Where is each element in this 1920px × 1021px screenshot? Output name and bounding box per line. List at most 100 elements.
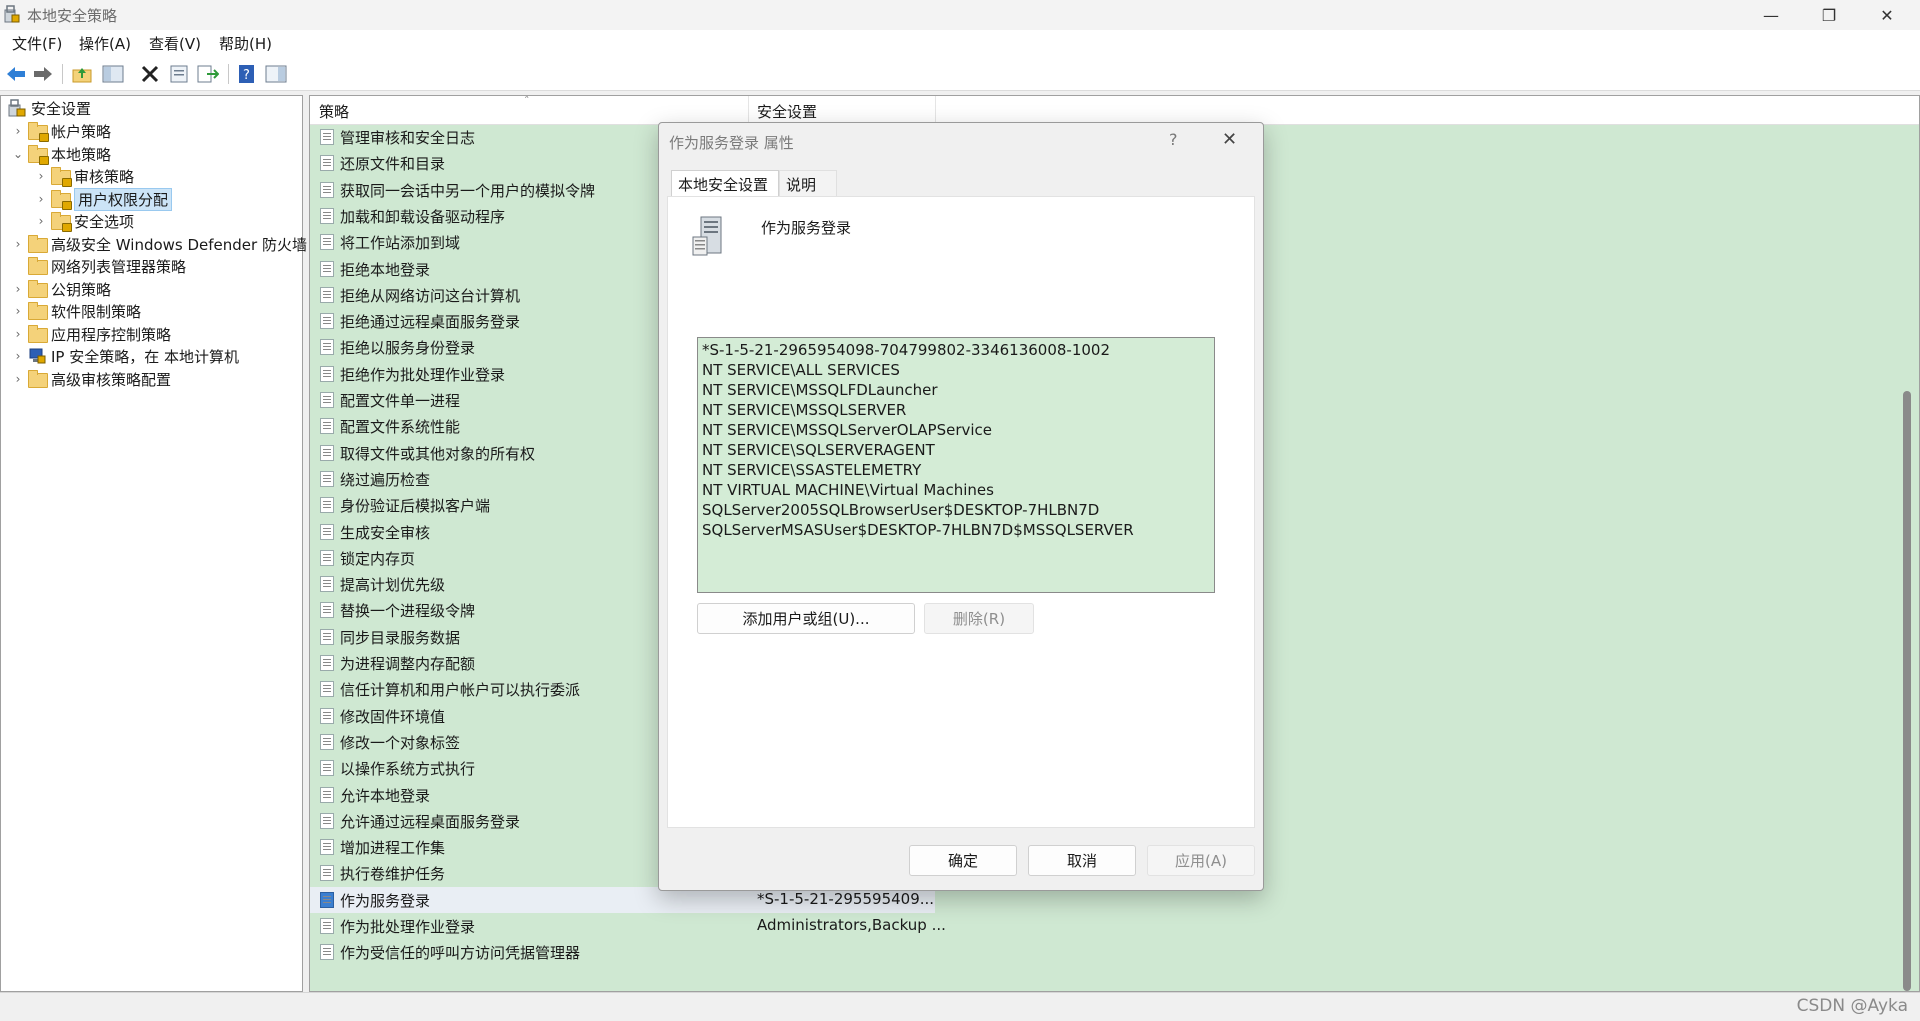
tree-pane: 安全设置 › 帐户策略 ⌄ 本地策略 › 审核策略 › 用户权限分配 › 安全选… [0,95,307,992]
help-icon[interactable]: ? [1169,130,1178,149]
list-item[interactable]: NT SERVICE\SQLSERVERAGENT [702,440,1210,460]
toolbar: ? [0,56,1920,91]
policy-name-cell: 作为服务登录 [340,891,431,910]
tree-item-account-policies[interactable]: › 帐户策略 [11,120,111,142]
folder-lock-icon [50,190,72,210]
ok-button[interactable]: 确定 [909,845,1017,876]
policy-icon [320,865,334,882]
apply-button[interactable]: 应用(A) [1147,845,1255,876]
tree-item-ip-security[interactable]: › IP 安全策略，在 本地计算机 [11,345,239,367]
properties-icon[interactable] [168,63,190,85]
chevron-right-icon[interactable]: › [34,169,48,183]
policy-name-cell: 允许通过远程桌面服务登录 [340,812,521,831]
forward-arrow-icon[interactable] [32,63,54,85]
help-icon[interactable]: ? [236,63,258,85]
app-security-icon [4,5,20,23]
tree-item-label: 网络列表管理器策略 [51,257,187,276]
column-divider[interactable] [935,96,936,124]
menu-action[interactable]: 操作(A) [79,33,131,54]
list-item[interactable]: NT SERVICE\MSSQLSERVER [702,400,1210,420]
tab-explain[interactable]: 说明 [779,170,837,197]
policy-name-cell: 修改固件环境值 [340,707,446,726]
folder-lock-icon [27,122,49,142]
list-item[interactable]: SQLServerMSASUser$DESKTOP-7HLBN7D$MSSQLS… [702,520,1210,540]
minimize-button[interactable]: — [1742,0,1800,30]
policy-icon [320,392,334,408]
chevron-right-icon[interactable]: › [11,304,25,318]
list-item[interactable]: *S-1-5-21-2965954098-704799802-334613600… [702,340,1210,360]
table-row[interactable]: 作为批处理作业登录 Administrators,Backup ... [310,913,1880,939]
tree-item-security-options[interactable]: › 安全选项 [34,210,134,232]
list-item[interactable]: NT VIRTUAL MACHINE\Virtual Machines [702,480,1210,500]
export-list-icon[interactable] [197,63,219,85]
tab-panel: 作为服务登录 *S-1-5-21-2965954098-704799802-33… [667,196,1255,828]
chevron-right-icon[interactable]: › [11,124,25,138]
policy-icon [320,181,334,198]
list-item[interactable]: SQLServer2005SQLBrowserUser$DESKTOP-7HLB… [702,500,1210,520]
vertical-scrollbar[interactable] [1901,124,1913,991]
tree-item-advanced-audit[interactable]: › 高级审核策略配置 [11,368,171,390]
policy-name-cell: 获取同一会话中另一个用户的模拟令牌 [340,181,596,200]
policy-icon [320,155,334,172]
status-bar: CSDN @Ayka [0,992,1920,1021]
tree-item-app-control[interactable]: › 应用程序控制策略 [11,323,171,345]
chevron-right-icon[interactable]: › [11,237,25,251]
tree-item-public-key-policies[interactable]: › 公钥策略 [11,278,111,300]
members-listbox[interactable]: *S-1-5-21-2965954098-704799802-334613600… [697,337,1215,593]
column-header-policy[interactable]: 策略 [319,101,349,122]
chevron-right-icon[interactable]: › [34,192,48,206]
tree-item-label: 公钥策略 [51,280,112,299]
tree-item-local-policies[interactable]: ⌄ 本地策略 [11,143,111,165]
list-item[interactable]: NT SERVICE\MSSQLServerOLAPService [702,420,1210,440]
tree-item-audit-policy[interactable]: › 审核策略 [34,165,134,187]
chevron-down-icon[interactable]: ⌄ [11,147,25,161]
folder-icon [27,280,48,298]
policy-icon [320,918,334,934]
chevron-right-icon[interactable]: › [34,214,48,228]
table-row[interactable]: 作为受信任的呼叫方访问凭据管理器 [310,939,1880,965]
chevron-right-icon[interactable]: › [11,372,25,386]
close-window-button[interactable]: ✕ [1858,0,1916,30]
add-user-or-group-button[interactable]: 添加用户或组(U)... [697,603,915,634]
show-hide-tree-icon[interactable] [102,63,124,85]
tree-item-network-list-manager[interactable]: 网络列表管理器策略 [11,255,186,277]
list-item[interactable]: NT SERVICE\SSASTELEMETRY [702,460,1210,480]
folder-icon [27,325,48,343]
tree-item-software-restriction[interactable]: › 软件限制策略 [11,300,141,322]
show-action-pane-icon[interactable] [265,63,287,85]
close-icon[interactable]: ✕ [1222,129,1237,150]
menu-help[interactable]: 帮助(H) [219,33,272,54]
list-item[interactable]: NT SERVICE\ALL SERVICES [702,360,1210,380]
policy-name-cell: 绕过遍历检查 [340,470,431,489]
maximize-button[interactable]: ❐ [1800,0,1858,30]
tree-item-security-settings[interactable]: 安全设置 [7,97,91,119]
chevron-right-icon[interactable]: › [11,282,25,296]
list-item[interactable]: NT SERVICE\MSSQLFDLauncher [702,380,1210,400]
back-arrow-icon[interactable] [5,63,27,85]
menu-file[interactable]: 文件(F) [12,33,62,54]
tree-item-user-rights-assignment[interactable]: › 用户权限分配 [34,187,173,211]
remove-button[interactable]: 删除(R) [924,603,1034,634]
policy-setting-cell: Administrators,Backup ... [757,916,946,934]
menu-view[interactable]: 查看(V) [149,33,201,54]
column-divider[interactable] [748,96,749,124]
column-header-setting[interactable]: 安全设置 [757,101,817,122]
folder-lock-icon [50,212,72,232]
ip-security-icon [27,347,47,365]
tree-item-label: 帐户策略 [51,122,112,141]
chevron-right-icon[interactable]: › [11,349,25,363]
toolbar-separator [228,64,229,84]
scrollbar-thumb[interactable] [1903,391,1911,991]
up-folder-icon[interactable] [71,63,93,85]
window-title: 本地安全策略 [27,7,118,25]
policy-icon [320,286,334,303]
policy-name-cell: 增加进程工作集 [340,839,446,858]
folder-icon [27,235,48,253]
policy-name: 作为服务登录 [761,219,852,237]
chevron-right-icon[interactable]: › [11,327,25,341]
tree-item-defender-firewall[interactable]: › 高级安全 Windows Defender 防火墙 [11,233,307,255]
tab-local-security-setting[interactable]: 本地安全设置 [671,170,779,197]
delete-icon[interactable] [139,63,161,85]
policy-icon [320,497,334,514]
cancel-button[interactable]: 取消 [1028,845,1136,876]
